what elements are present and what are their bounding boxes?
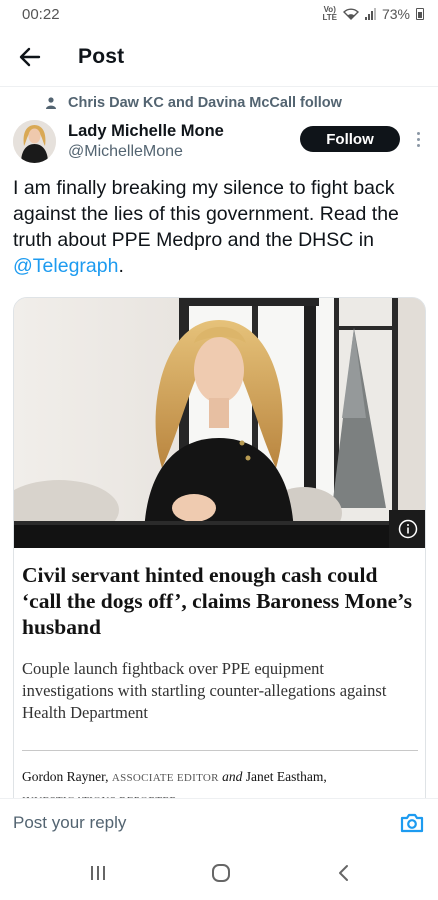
post-header: Post <box>0 36 438 78</box>
more-dot-icon <box>416 131 420 135</box>
article-photo <box>14 298 425 548</box>
tweet-text-body: I am finally breaking my silence to figh… <box>13 177 399 251</box>
article-image[interactable] <box>14 298 425 548</box>
camera-button[interactable] <box>399 811 425 835</box>
person-icon <box>46 97 56 109</box>
reply-input[interactable]: Post your reply <box>13 813 126 833</box>
back-button[interactable] <box>2 36 58 78</box>
avatar-image <box>13 120 56 163</box>
status-icons: Vo) LTE 73% <box>322 6 424 22</box>
follow-button[interactable]: Follow <box>300 126 400 152</box>
home-icon <box>212 864 230 882</box>
social-context-text: Chris Daw KC and Davina McCall follow <box>68 95 342 111</box>
wifi-icon <box>342 8 359 20</box>
battery-percent: 73% <box>381 6 410 22</box>
system-nav-bar <box>0 846 438 900</box>
page-title: Post <box>78 45 125 68</box>
byline-and: and <box>222 769 243 784</box>
card-divider <box>22 750 418 751</box>
camera-icon <box>400 813 424 833</box>
more-dot-icon <box>416 137 420 141</box>
info-icon <box>398 519 418 539</box>
article-headline[interactable]: Civil servant hinted enough cash could ‘… <box>22 562 418 640</box>
recents-button[interactable] <box>86 862 110 884</box>
more-dot-icon <box>416 143 420 147</box>
more-options-button[interactable] <box>410 128 426 150</box>
back-chevron-icon <box>339 865 348 881</box>
tweet-text: I am finally breaking my silence to figh… <box>13 175 429 279</box>
byline-comma: , <box>323 769 327 784</box>
social-context[interactable]: Chris Daw KC and Davina McCall follow <box>46 95 342 111</box>
mention-link[interactable]: @Telegraph <box>13 255 118 277</box>
signal-icon <box>364 8 376 20</box>
byline-role1: ASSOCIATE EDITOR <box>111 772 219 784</box>
byline-author1: Gordon Rayner, <box>22 769 109 784</box>
battery-icon <box>416 8 424 20</box>
byline-author2: Janet Eastham <box>245 769 324 784</box>
tweet-text-end: . <box>118 255 124 277</box>
recents-icon <box>91 866 105 880</box>
info-button[interactable] <box>389 510 425 548</box>
status-bar: 00:22 Vo) LTE 73% <box>0 0 438 28</box>
article-standfirst: Couple launch fightback over PPE equipme… <box>22 659 387 722</box>
home-button[interactable] <box>209 862 233 884</box>
system-back-button[interactable] <box>332 862 356 884</box>
volte-line2: LTE <box>322 13 337 22</box>
avatar[interactable] <box>13 120 56 163</box>
header-divider <box>0 86 438 87</box>
link-card[interactable]: Civil servant hinted enough cash could ‘… <box>13 297 426 817</box>
status-time: 00:22 <box>22 5 60 23</box>
author-name[interactable]: Lady Michelle Mone <box>68 122 224 141</box>
volte-icon: Vo) LTE <box>322 6 337 22</box>
author-handle[interactable]: @MichelleMone <box>68 143 183 161</box>
reply-bar: Post your reply <box>0 798 438 846</box>
arrow-left-icon <box>19 47 41 67</box>
